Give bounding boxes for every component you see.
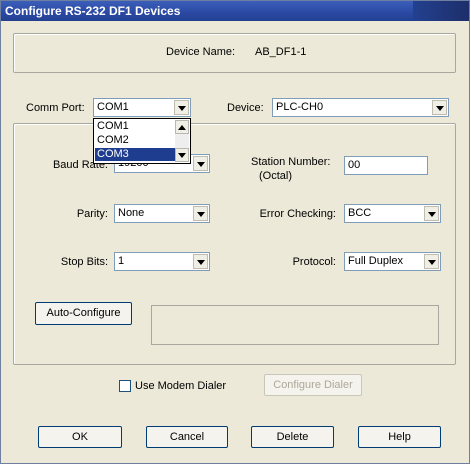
chevron-down-icon (428, 212, 436, 217)
protocol-select[interactable]: Full Duplex (344, 252, 441, 271)
title-bar-decoration (413, 1, 469, 21)
scroll-down-button[interactable] (175, 148, 189, 162)
stop-bits-dropdown-button[interactable] (193, 254, 208, 269)
device-name-value: AB_DF1-1 (255, 46, 307, 58)
chevron-down-icon (178, 153, 186, 158)
use-modem-dialer-label: Use Modem Dialer (135, 380, 227, 392)
auto-configure-status-box (151, 305, 439, 345)
device-dropdown-button[interactable] (432, 100, 447, 115)
protocol-label: Protocol: (292, 256, 336, 268)
comm-port-label: Comm Port: (26, 102, 85, 114)
chevron-down-icon (197, 212, 205, 217)
parity-dropdown-button[interactable] (193, 206, 208, 221)
error-checking-dropdown-button[interactable] (424, 206, 439, 221)
comm-port-dropdown-button[interactable] (174, 100, 189, 115)
device-value: PLC-CH0 (276, 101, 324, 113)
auto-configure-button[interactable]: Auto-Configure (35, 302, 132, 325)
station-number-label: Station Number: (251, 156, 331, 168)
device-label: Device: (227, 102, 264, 114)
comm-port-option[interactable]: COM1 (95, 120, 177, 133)
station-number-value: 00 (348, 159, 361, 171)
chevron-down-icon (197, 162, 205, 167)
chevron-down-icon (197, 260, 205, 265)
comm-port-dropdown-list: COM1 COM2 COM3 (93, 118, 191, 164)
comm-port-value: COM1 (97, 101, 129, 113)
chevron-up-icon (178, 125, 186, 130)
station-number-input[interactable]: 00 (344, 156, 428, 175)
stop-bits-select[interactable]: 1 (114, 252, 210, 271)
comm-port-option[interactable]: COM2 (95, 134, 177, 147)
error-checking-value: BCC (348, 207, 372, 219)
device-select[interactable]: PLC-CH0 (272, 98, 449, 117)
configure-dialog: Configure RS-232 DF1 Devices Device Name… (0, 0, 470, 464)
protocol-dropdown-button[interactable] (424, 254, 439, 269)
use-modem-dialer-checkbox[interactable] (119, 380, 131, 392)
ok-button[interactable]: OK (38, 426, 122, 448)
window-title: Configure RS-232 DF1 Devices (5, 4, 181, 18)
scroll-up-button[interactable] (175, 120, 189, 134)
delete-button[interactable]: Delete (251, 426, 334, 448)
device-name-label: Device Name: (166, 46, 236, 58)
configure-dialer-button[interactable]: Configure Dialer (264, 374, 362, 396)
chevron-down-icon (178, 106, 186, 111)
protocol-value: Full Duplex (348, 255, 404, 267)
baud-rate-dropdown-button[interactable] (193, 156, 208, 171)
stop-bits-value: 1 (118, 255, 125, 267)
parity-value: None (118, 207, 145, 219)
error-checking-label: Error Checking: (259, 208, 336, 220)
parity-select[interactable]: None (114, 204, 210, 223)
error-checking-select[interactable]: BCC (344, 204, 441, 223)
chevron-down-icon (428, 260, 436, 265)
cancel-button[interactable]: Cancel (146, 426, 228, 448)
station-number-sublabel: (Octal) (259, 170, 292, 182)
title-bar: Configure RS-232 DF1 Devices (1, 1, 469, 21)
comm-port-select[interactable]: COM1 (93, 98, 191, 117)
dropdown-scrollbar[interactable] (175, 120, 189, 162)
stop-bits-label: Stop Bits: (60, 256, 108, 268)
parity-label: Parity: (76, 208, 108, 220)
help-button[interactable]: Help (358, 426, 441, 448)
comm-port-option-highlighted[interactable]: COM3 (95, 148, 177, 161)
chevron-down-icon (436, 106, 444, 111)
